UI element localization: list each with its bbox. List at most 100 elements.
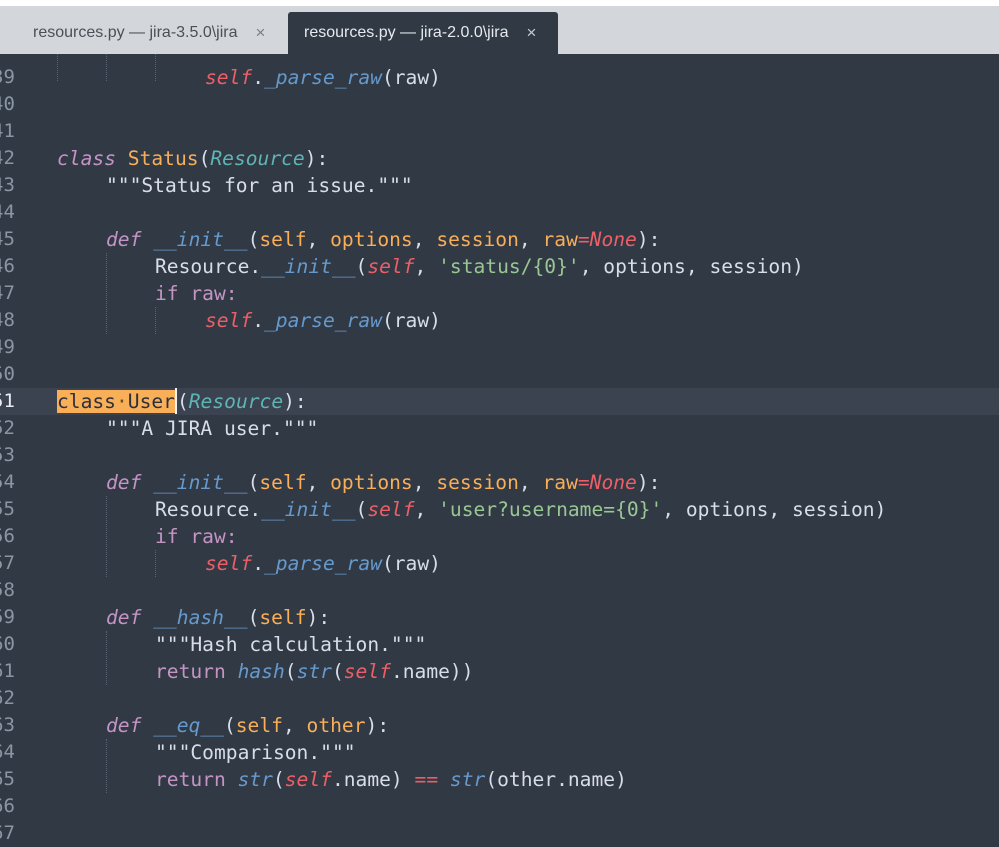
code-text: (raw) — [381, 552, 441, 575]
line-number: 46 — [0, 255, 15, 277]
code-line-42: class Status(Resource): — [57, 147, 329, 170]
function-name: __init__ — [153, 471, 248, 494]
code-text: .name) — [331, 768, 415, 791]
base-class: Resource — [210, 147, 305, 170]
code-line-60: """Hash calculation.""" — [155, 633, 427, 656]
param: session — [436, 471, 519, 494]
keyword: class — [57, 147, 116, 170]
code-line-45: def __init__(self, options, session, raw… — [106, 228, 661, 251]
param: self — [235, 714, 283, 737]
self-token: self — [205, 309, 253, 332]
line-number: 40 — [0, 93, 15, 115]
param: session — [436, 228, 519, 251]
function-name: _parse_raw — [263, 66, 382, 89]
keyword: def — [106, 471, 142, 494]
string-literal: 'user?username={0}' — [438, 498, 663, 521]
builtin: str — [449, 768, 486, 791]
code-line-63: def __eq__(self, other): — [106, 714, 390, 737]
line-number: 43 — [0, 174, 15, 196]
keyword: class — [57, 390, 116, 413]
code-text: .name)) — [390, 660, 474, 683]
code-text: Resource. — [155, 498, 262, 521]
none-literal: None — [589, 228, 637, 251]
line-number: 57 — [0, 552, 15, 574]
code-line-64: """Comparison.""" — [155, 741, 356, 764]
code-line-55: Resource.__init__(self, 'user?username={… — [155, 498, 887, 521]
indent-guide — [57, 54, 58, 81]
code-text: if raw: — [155, 525, 238, 548]
code-line-48: self._parse_raw(raw) — [205, 309, 441, 332]
line-number: 64 — [0, 741, 15, 763]
selection-highlight: class·User — [57, 390, 175, 413]
code-text: _parse_raw(raw) — [264, 66, 441, 89]
function-name: _parse_raw — [263, 309, 382, 332]
param: self — [259, 228, 307, 251]
code-text: , options, session) — [579, 255, 804, 278]
param: self — [259, 606, 307, 629]
line-number: 59 — [0, 606, 15, 628]
line-number: 53 — [0, 444, 15, 466]
indent-guide — [106, 739, 107, 793]
self-token: self — [284, 768, 332, 791]
code-line-52: """A JIRA user.""" — [106, 417, 319, 440]
code-line-59: def __hash__(self): — [106, 606, 331, 629]
line-number: 49 — [0, 336, 15, 358]
param: raw — [542, 228, 578, 251]
indent-guide — [106, 496, 107, 577]
code-line-56: if raw: — [155, 523, 238, 550]
function-name: __eq__ — [153, 714, 224, 737]
code-text: (raw) — [381, 66, 441, 89]
line-number: 39 — [0, 66, 15, 88]
line-number: 45 — [0, 228, 15, 250]
function-name: __hash__ — [153, 606, 248, 629]
line-number: 44 — [0, 201, 15, 223]
code-text: (raw) — [381, 309, 441, 332]
code-line-43: """Status for an issue.""" — [106, 174, 413, 197]
keyword: def — [106, 606, 142, 629]
code-line-65: return str(self.name) == str(other.name) — [155, 768, 627, 791]
code-text: , options, session) — [662, 498, 887, 521]
function-name: __init__ — [261, 498, 356, 521]
base-class: Resource — [188, 390, 284, 413]
function-name: __init__ — [153, 228, 248, 251]
code-line-54: def __init__(self, options, session, raw… — [106, 471, 661, 494]
line-number: 62 — [0, 687, 15, 709]
line-number: 47 — [0, 282, 15, 304]
line-number: 54 — [0, 471, 15, 493]
function-name: _parse_raw — [263, 552, 382, 575]
code-line-51: class·User (Resource): — [57, 388, 307, 414]
tab-resources-jira-3-5-0[interactable]: resources.py — jira-3.5.0\jira × — [0, 12, 288, 54]
none-literal: None — [589, 471, 637, 494]
code-text: (other.name) — [485, 768, 627, 791]
line-number: 51 — [0, 390, 15, 412]
keyword: return — [155, 768, 226, 791]
line-number: 55 — [0, 498, 15, 520]
line-number: 42 — [0, 147, 15, 169]
param: options — [330, 471, 413, 494]
tab-resources-jira-2-0-0[interactable]: resources.py — jira-2.0.0\jira × — [288, 12, 558, 54]
self-token: self — [367, 498, 415, 521]
tab-title: resources.py — jira-2.0.0\jira — [304, 24, 509, 41]
line-number: 66 — [0, 795, 15, 817]
class-name: Status — [127, 147, 199, 170]
keyword: return — [155, 660, 226, 683]
keyword: def — [106, 228, 142, 251]
code-editor[interactable]: 39 40 41 42 43 44 45 46 47 48 49 50 51 52 53 54 55 56 57 58… — [0, 54, 999, 844]
code-text: if raw: — [155, 282, 238, 305]
indent-guide — [106, 253, 107, 334]
line-number: 60 — [0, 633, 15, 655]
tab-title: resources.py — jira-3.5.0\jira — [33, 24, 238, 41]
tab-bar: resources.py — jira-3.5.0\jira × resourc… — [0, 6, 999, 54]
code-text: _parse_raw(raw) — [264, 552, 441, 575]
self-token: self — [343, 660, 391, 683]
line-number: 48 — [0, 309, 15, 331]
self-token: self — [205, 66, 253, 89]
line-number: 56 — [0, 525, 15, 547]
code-line-61: return hash(str(self.name)) — [155, 660, 474, 683]
line-number: 58 — [0, 579, 15, 601]
line-number: 52 — [0, 417, 15, 439]
close-icon[interactable]: × — [527, 23, 537, 43]
close-icon[interactable]: × — [256, 23, 266, 43]
indent-guide — [155, 307, 156, 334]
builtin: str — [296, 660, 332, 683]
